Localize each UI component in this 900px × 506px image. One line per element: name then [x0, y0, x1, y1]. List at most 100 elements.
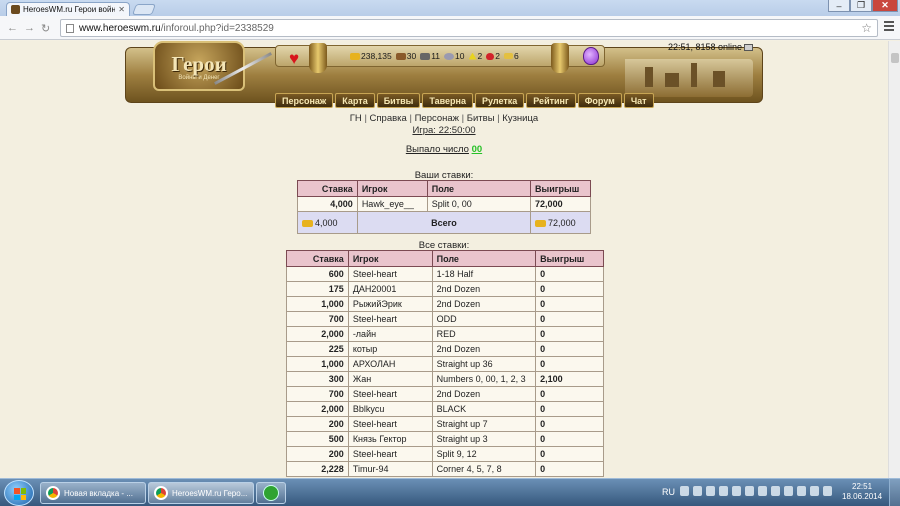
health-heart-icon: ♥	[289, 49, 300, 68]
clock-time: 22:51	[852, 482, 873, 491]
table-row: 2,228 Timur-94 Corner 4, 5, 7, 80	[286, 461, 604, 477]
link-gn[interactable]: ГН	[350, 113, 362, 124]
resource-value: 10	[455, 51, 465, 61]
win-cell: 0	[535, 431, 604, 447]
chrome-menu-icon[interactable]	[884, 21, 894, 31]
stake-cell: 175	[286, 281, 349, 297]
total-win-cell: 72,000	[530, 211, 591, 234]
player-cell[interactable]: Князь Гектор	[347, 431, 433, 447]
player-cell[interactable]: Steel-heart	[347, 446, 433, 462]
player-cell[interactable]: ДАН20001	[347, 281, 433, 297]
win-cell: 0	[535, 416, 604, 432]
table-row: 700 Steel-heart 2nd Dozen 0	[286, 386, 604, 402]
tray-icon[interactable]	[797, 486, 806, 496]
reload-icon[interactable]: ↻	[41, 22, 50, 35]
win-cell: 0	[535, 341, 604, 357]
menu-item-battles[interactable]: Битвы	[376, 93, 421, 108]
menu-item-map[interactable]: Карта	[335, 93, 375, 108]
browser-tab[interactable]: HeroesWM.ru Герои войн ✕	[6, 2, 130, 16]
start-button[interactable]	[4, 480, 34, 506]
field-cell: 1-18 Half	[431, 266, 537, 282]
table-header-row: Ставка Игрок Поле Выигрыш	[286, 250, 604, 267]
field-cell: RED	[431, 326, 537, 342]
tray-icon[interactable]	[706, 486, 715, 496]
maximize-button[interactable]: ❐	[850, 0, 872, 12]
player-cell[interactable]: Hawk_eye__	[356, 196, 428, 212]
tray-icon[interactable]	[784, 486, 793, 496]
link-help[interactable]: Справка	[370, 113, 407, 124]
player-cell[interactable]: РыжийЭрик	[347, 296, 433, 312]
field-cell: BLACK	[431, 401, 537, 417]
mercury-icon	[444, 52, 455, 60]
game-time-link[interactable]: Игра: 22:50:00	[0, 125, 888, 136]
tray-icon[interactable]	[732, 486, 741, 496]
system-tray	[680, 486, 832, 496]
link-forge[interactable]: Кузница	[502, 113, 538, 124]
stake-cell: 700	[286, 311, 349, 327]
gold-icon	[350, 52, 360, 60]
tray-icon[interactable]	[823, 486, 832, 496]
tray-icon[interactable]	[771, 486, 780, 496]
menu-item-forum[interactable]: Форум	[577, 93, 622, 108]
total-label: Всего	[356, 211, 532, 234]
taskbar-item-network-app[interactable]	[256, 482, 286, 504]
ore-icon	[420, 52, 431, 60]
player-cell[interactable]: Bblkycu	[347, 401, 433, 417]
link-battles[interactable]: Битвы	[467, 113, 495, 124]
windows-taskbar: Новая вкладка - ... HeroesWM.ru Геро... …	[0, 478, 900, 506]
menu-item-roulette[interactable]: Рулетка	[474, 93, 525, 108]
back-arrow-icon[interactable]: ←	[7, 22, 18, 34]
show-desktop-button[interactable]	[889, 479, 900, 506]
tray-icon[interactable]	[680, 486, 689, 496]
player-cell[interactable]: АРХОЛАН	[347, 356, 433, 372]
tray-icon[interactable]	[758, 486, 767, 496]
close-window-button[interactable]: ✕	[872, 0, 898, 12]
player-cell[interactable]: Steel-heart	[347, 266, 433, 282]
minimize-button[interactable]: –	[828, 0, 850, 12]
sub-navigation: ГН | Справка | Персонаж | Битвы | Кузниц…	[349, 113, 539, 124]
url-text[interactable]: www.heroeswm.ru/inforoul.php?id=2338529	[79, 23, 274, 34]
player-cell[interactable]: Timur-94	[347, 461, 433, 477]
player-cell[interactable]: -лайн	[347, 326, 433, 342]
taskbar-item-new-tab[interactable]: Новая вкладка - ...	[40, 482, 146, 504]
column-header: Игрок	[347, 250, 433, 267]
stake-cell: 2,000	[286, 401, 349, 417]
scrollbar-thumb[interactable]	[891, 53, 899, 63]
menu-item-tavern[interactable]: Таверна	[422, 93, 473, 108]
online-status: 22:51, 8158 online	[668, 42, 754, 52]
crystal-icon	[486, 52, 495, 60]
roulette-result: Выпало число 00	[0, 144, 888, 155]
menu-item-rating[interactable]: Рейтинг	[526, 93, 576, 108]
column-header: Выигрыш	[535, 250, 604, 267]
taskbar-item-heroeswm[interactable]: HeroesWM.ru Геро...	[148, 482, 254, 504]
player-cell[interactable]: Steel-heart	[347, 416, 433, 432]
tray-icon[interactable]	[693, 486, 702, 496]
game-logo[interactable]: Герои Войны и Денег	[153, 41, 245, 91]
forward-arrow-icon[interactable]: →	[24, 22, 35, 34]
resource-value: 6	[513, 51, 519, 61]
win-cell: 0	[535, 281, 604, 297]
tray-icon[interactable]	[745, 486, 754, 496]
player-cell[interactable]: Жан	[347, 371, 433, 387]
tray-icon[interactable]	[810, 486, 819, 496]
link-character[interactable]: Персонаж	[415, 113, 459, 124]
win-cell: 0	[535, 326, 604, 342]
language-indicator[interactable]: RU	[662, 487, 675, 497]
close-tab-icon[interactable]: ✕	[118, 5, 125, 14]
vertical-scrollbar[interactable]	[888, 41, 900, 478]
new-tab-button[interactable]	[131, 4, 157, 15]
menu-item-character[interactable]: Персонаж	[275, 93, 334, 108]
stake-cell: 2,228	[286, 461, 349, 477]
online-icon[interactable]	[744, 43, 754, 51]
bookmark-star-icon[interactable]: ☆	[861, 21, 872, 35]
field-cell: 2nd Dozen	[431, 386, 537, 402]
player-cell[interactable]: Steel-heart	[347, 311, 433, 327]
tray-icon[interactable]	[719, 486, 728, 496]
resource-crystal: 2	[486, 51, 500, 61]
player-cell[interactable]: Steel-heart	[347, 386, 433, 402]
player-cell[interactable]: котыр	[347, 341, 433, 357]
address-bar[interactable]: www.heroeswm.ru/inforoul.php?id=2338529 …	[60, 19, 878, 37]
menu-item-chat[interactable]: Чат	[623, 93, 654, 108]
system-clock[interactable]: 22:51 18.06.2014	[842, 482, 882, 502]
result-label: Выпало число	[405, 144, 469, 155]
